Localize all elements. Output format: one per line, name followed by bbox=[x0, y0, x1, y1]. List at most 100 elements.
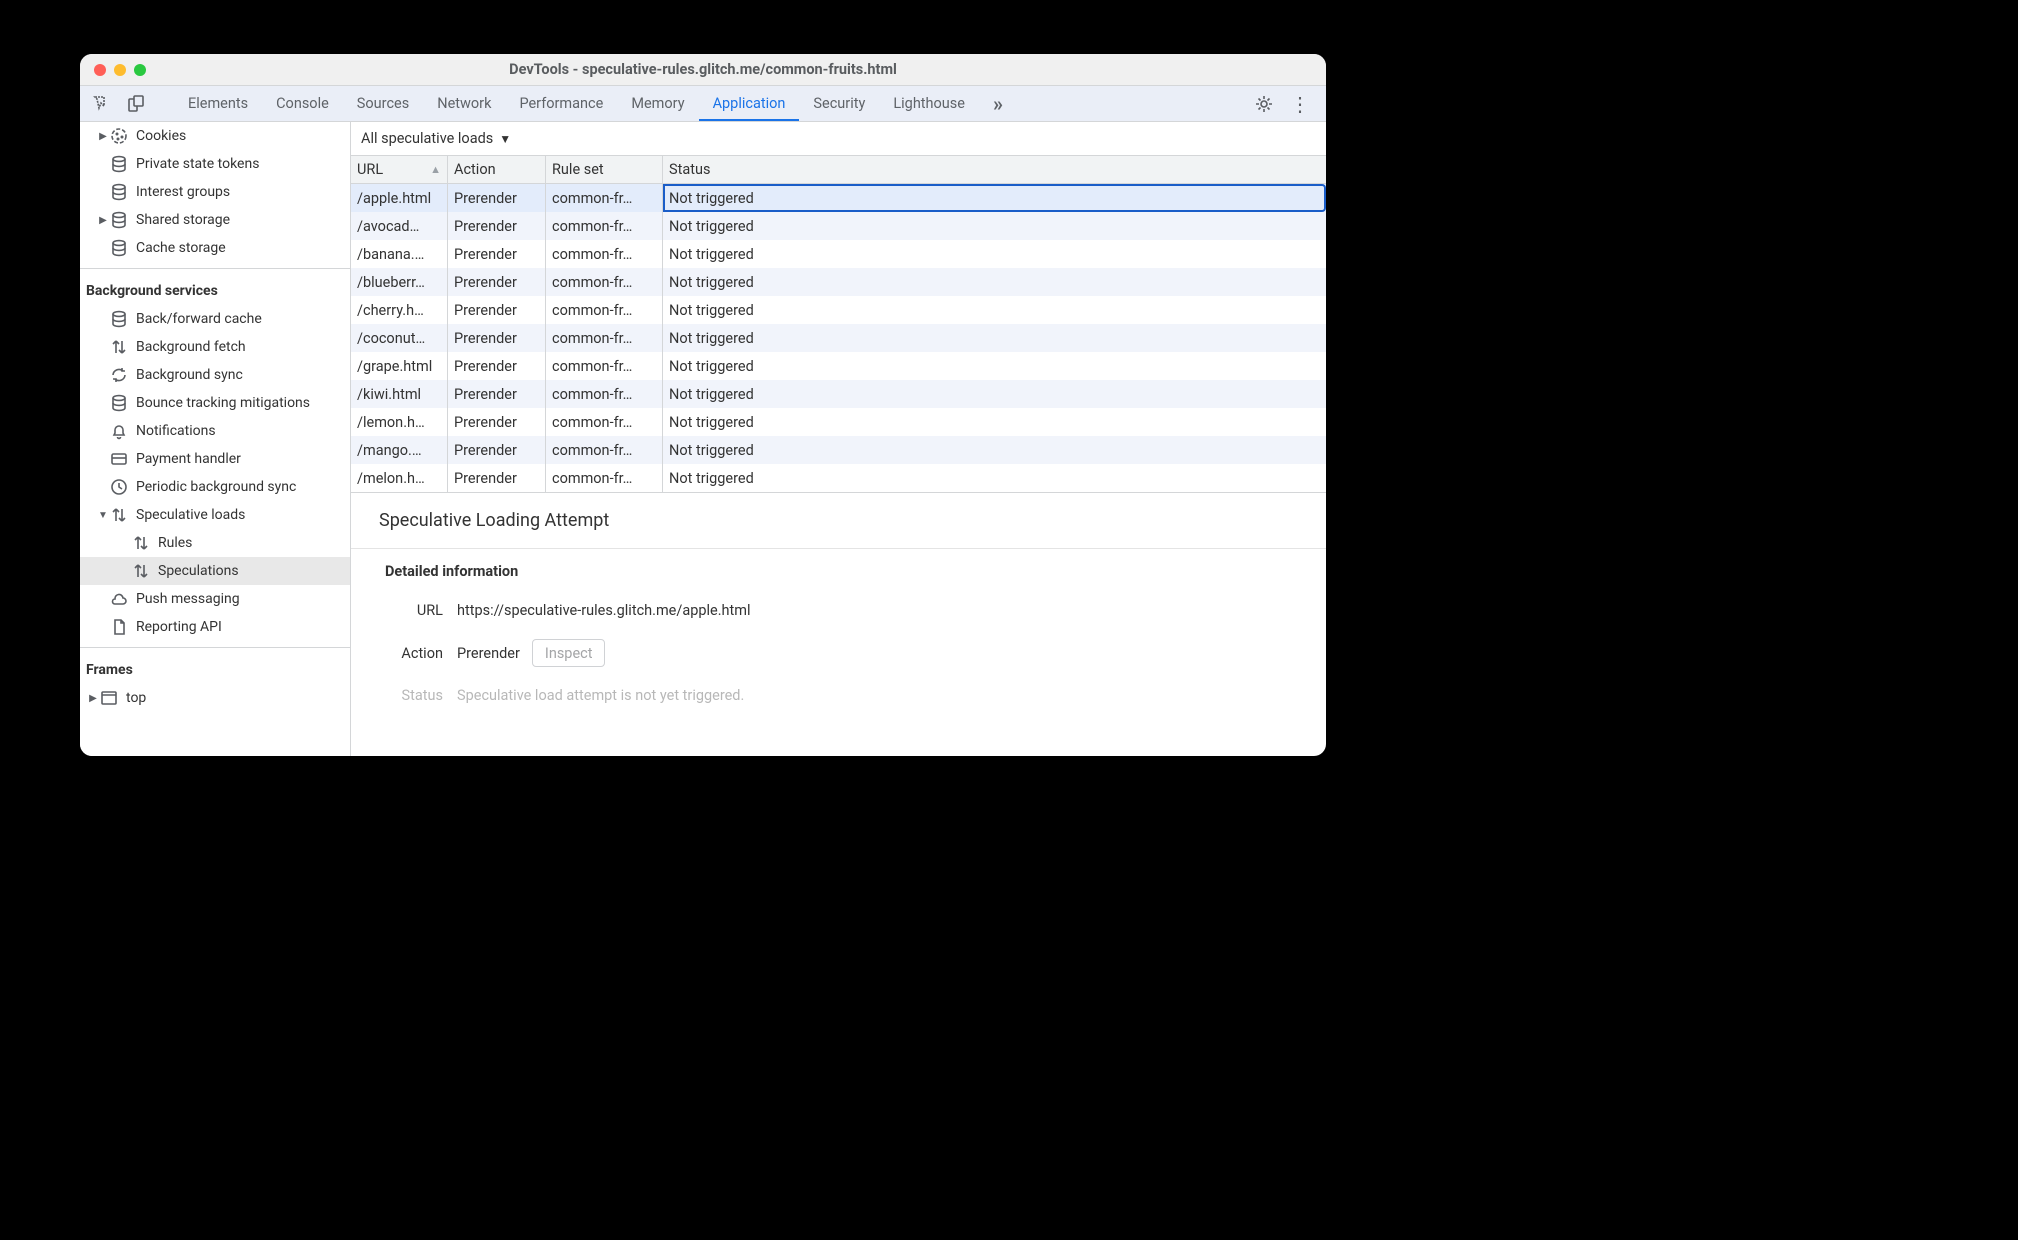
tab-security[interactable]: Security bbox=[799, 86, 879, 121]
inspect-button[interactable]: Inspect bbox=[532, 639, 606, 667]
tab-elements[interactable]: Elements bbox=[174, 86, 262, 121]
cell-ruleset: common-fr… bbox=[546, 324, 663, 352]
filter-dropdown[interactable]: All speculative loads ▼ bbox=[351, 122, 1326, 156]
sidebar-item[interactable]: Rules bbox=[80, 529, 350, 557]
table-row[interactable]: /avocad… Prerender common-fr… Not trigge… bbox=[351, 212, 1326, 240]
cell-url: /banana.… bbox=[351, 240, 448, 268]
sidebar-item-label: Notifications bbox=[136, 423, 216, 439]
tab-sources[interactable]: Sources bbox=[343, 86, 423, 121]
tab-memory[interactable]: Memory bbox=[617, 86, 698, 121]
col-header-status[interactable]: Status bbox=[663, 156, 1326, 183]
table-row[interactable]: /melon.h… Prerender common-fr… Not trigg… bbox=[351, 464, 1326, 492]
sidebar-item[interactable]: Speculations bbox=[80, 557, 350, 585]
sidebar-item[interactable]: Back/forward cache bbox=[80, 305, 350, 333]
cell-action: Prerender bbox=[448, 268, 546, 296]
sidebar-item-label: Background sync bbox=[136, 367, 243, 383]
cell-action: Prerender bbox=[448, 464, 546, 492]
table-row[interactable]: /banana.… Prerender common-fr… Not trigg… bbox=[351, 240, 1326, 268]
panel-tabs: Elements Console Sources Network Perform… bbox=[174, 86, 1017, 121]
table-row[interactable]: /blueberr… Prerender common-fr… Not trig… bbox=[351, 268, 1326, 296]
sidebar-item[interactable]: Push messaging bbox=[80, 585, 350, 613]
sidebar-item-frames-top[interactable]: ▶ top bbox=[80, 684, 350, 712]
window-title: DevTools - speculative-rules.glitch.me/c… bbox=[509, 61, 897, 78]
table-row[interactable]: /mango.… Prerender common-fr… Not trigge… bbox=[351, 436, 1326, 464]
cell-action: Prerender bbox=[448, 212, 546, 240]
cell-status: Not triggered bbox=[663, 184, 1326, 212]
tab-lighthouse[interactable]: Lighthouse bbox=[879, 86, 979, 121]
chevron-icon: ▶ bbox=[98, 215, 108, 226]
col-header-url[interactable]: URL ▲ bbox=[351, 156, 448, 183]
sidebar-item[interactable]: Payment handler bbox=[80, 445, 350, 473]
cell-ruleset: common-fr… bbox=[546, 436, 663, 464]
cell-ruleset: common-fr… bbox=[546, 184, 663, 212]
close-window-button[interactable] bbox=[94, 64, 106, 76]
table-row[interactable]: /apple.html Prerender common-fr… Not tri… bbox=[351, 184, 1326, 212]
sidebar-item[interactable]: Notifications bbox=[80, 417, 350, 445]
kebab-menu-icon[interactable]: ⋮ bbox=[1290, 94, 1310, 114]
table-row[interactable]: /grape.html Prerender common-fr… Not tri… bbox=[351, 352, 1326, 380]
sidebar-item-label: Background fetch bbox=[136, 339, 246, 355]
cookie-icon bbox=[110, 127, 128, 145]
more-tabs-icon[interactable]: » bbox=[979, 86, 1017, 121]
sidebar-item-label: Bounce tracking mitigations bbox=[136, 395, 310, 411]
detail-subheading: Detailed information bbox=[351, 549, 1326, 588]
traffic-lights bbox=[94, 64, 146, 76]
sidebar-item-label: Shared storage bbox=[136, 212, 230, 228]
sidebar-item[interactable]: Cache storage bbox=[80, 234, 350, 262]
sidebar-item[interactable]: Background sync bbox=[80, 361, 350, 389]
sort-asc-icon: ▲ bbox=[430, 163, 441, 176]
detail-pane: Speculative Loading Attempt Detailed inf… bbox=[351, 493, 1326, 756]
table-header-row: URL ▲ Action Rule set Status bbox=[351, 156, 1326, 184]
cell-url: /lemon.h… bbox=[351, 408, 448, 436]
db-icon bbox=[110, 394, 128, 412]
cloud-icon bbox=[110, 590, 128, 608]
sidebar-item-label: Periodic background sync bbox=[136, 479, 296, 495]
frame-icon bbox=[100, 689, 118, 707]
cell-ruleset: common-fr… bbox=[546, 240, 663, 268]
cell-status: Not triggered bbox=[663, 296, 1326, 324]
sidebar-item[interactable]: Bounce tracking mitigations bbox=[80, 389, 350, 417]
titlebar: DevTools - speculative-rules.glitch.me/c… bbox=[80, 54, 1326, 86]
sidebar-item[interactable]: ▶ Shared storage bbox=[80, 206, 350, 234]
cell-url: /melon.h… bbox=[351, 464, 448, 492]
cell-status: Not triggered bbox=[663, 352, 1326, 380]
cell-action: Prerender bbox=[448, 436, 546, 464]
table-row[interactable]: /kiwi.html Prerender common-fr… Not trig… bbox=[351, 380, 1326, 408]
cell-action: Prerender bbox=[448, 240, 546, 268]
table-row[interactable]: /cherry.h… Prerender common-fr… Not trig… bbox=[351, 296, 1326, 324]
detail-status-label: Status bbox=[379, 687, 443, 704]
inspect-element-icon[interactable] bbox=[92, 94, 112, 114]
cell-status: Not triggered bbox=[663, 436, 1326, 464]
sidebar-item[interactable]: Private state tokens bbox=[80, 150, 350, 178]
sidebar-item[interactable]: ▶ Cookies bbox=[80, 122, 350, 150]
cell-url: /coconut… bbox=[351, 324, 448, 352]
tab-network[interactable]: Network bbox=[423, 86, 505, 121]
sidebar-item[interactable]: Periodic background sync bbox=[80, 473, 350, 501]
chevron-icon: ▼ bbox=[98, 510, 108, 521]
col-header-ruleset[interactable]: Rule set bbox=[546, 156, 663, 183]
col-header-action[interactable]: Action bbox=[448, 156, 546, 183]
zoom-window-button[interactable] bbox=[134, 64, 146, 76]
sidebar-item[interactable]: Interest groups bbox=[80, 178, 350, 206]
updown-icon bbox=[132, 534, 150, 552]
sidebar-item[interactable]: ▼ Speculative loads bbox=[80, 501, 350, 529]
table-row[interactable]: /coconut… Prerender common-fr… Not trigg… bbox=[351, 324, 1326, 352]
sidebar-item[interactable]: Background fetch bbox=[80, 333, 350, 361]
sidebar-item-label: Cache storage bbox=[136, 240, 226, 256]
minimize-window-button[interactable] bbox=[114, 64, 126, 76]
settings-icon[interactable] bbox=[1254, 94, 1274, 114]
cell-action: Prerender bbox=[448, 408, 546, 436]
main-panel: All speculative loads ▼ URL ▲ Action Rul… bbox=[351, 122, 1326, 756]
tab-console[interactable]: Console bbox=[262, 86, 343, 121]
sidebar-item-label: Back/forward cache bbox=[136, 311, 262, 327]
sidebar-item[interactable]: Reporting API bbox=[80, 613, 350, 641]
cell-action: Prerender bbox=[448, 324, 546, 352]
device-toggle-icon[interactable] bbox=[126, 94, 146, 114]
clock-icon bbox=[110, 478, 128, 496]
db-icon bbox=[110, 155, 128, 173]
tab-performance[interactable]: Performance bbox=[505, 86, 617, 121]
updown-icon bbox=[132, 562, 150, 580]
table-row[interactable]: /lemon.h… Prerender common-fr… Not trigg… bbox=[351, 408, 1326, 436]
cell-status: Not triggered bbox=[663, 380, 1326, 408]
tab-application[interactable]: Application bbox=[699, 86, 800, 121]
